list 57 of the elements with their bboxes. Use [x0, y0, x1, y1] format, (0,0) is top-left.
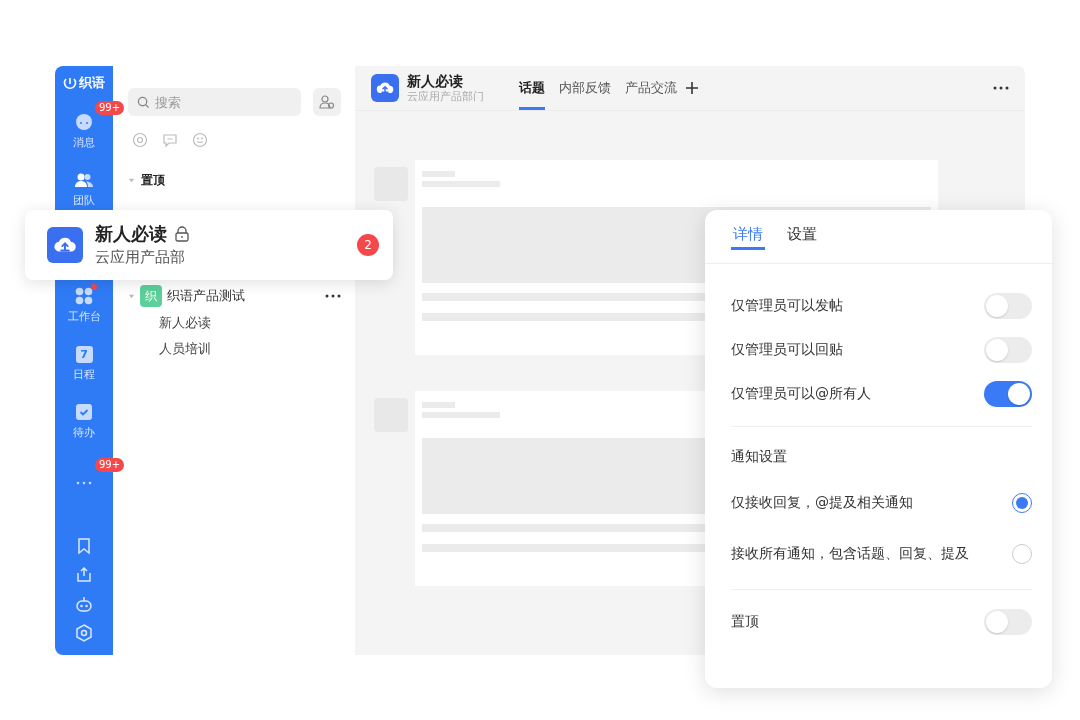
- tab[interactable]: 详情: [731, 210, 765, 250]
- channel-title: 新人必读: [407, 72, 464, 90]
- toggle-switch[interactable]: [984, 293, 1032, 319]
- channel-logo-icon: [371, 74, 399, 102]
- section-title[interactable]: 置顶: [141, 171, 165, 189]
- apps-icon: [74, 286, 94, 306]
- upload-icon[interactable]: [74, 565, 94, 585]
- group-title[interactable]: 织语产品测试: [167, 287, 320, 305]
- toggle-switch[interactable]: [984, 381, 1032, 407]
- setting-label: 仅管理员可以@所有人: [731, 385, 871, 403]
- option-label: 接收所有通知，包含话题、回复、提及: [731, 544, 969, 563]
- count-badge: 99+: [95, 458, 125, 472]
- calendar-icon: 7: [75, 345, 93, 363]
- add-icon[interactable]: [685, 81, 699, 95]
- channel-card[interactable]: 新人必读 云应用产品部 2: [25, 210, 393, 280]
- option-label: 仅接收回复，@提及相关通知: [731, 493, 913, 512]
- setting-label: 仅管理员可以发帖: [731, 297, 843, 315]
- tab[interactable]: 产品交流: [625, 66, 677, 110]
- lock-icon: [173, 225, 191, 243]
- setting-label: 仅管理员可以回贴: [731, 341, 843, 359]
- tab[interactable]: 设置: [785, 210, 819, 250]
- caret-icon[interactable]: [128, 176, 135, 184]
- card-title: 新人必读: [95, 222, 167, 246]
- search-icon: [137, 95, 150, 109]
- radio-button[interactable]: [1012, 492, 1032, 513]
- tab[interactable]: 话题: [519, 66, 545, 110]
- notification-dot: [91, 284, 97, 290]
- search-field[interactable]: 搜索: [128, 88, 301, 116]
- checkbox-icon: [74, 402, 94, 422]
- channel-logo-icon: [47, 227, 83, 263]
- search-input[interactable]: 搜索: [155, 94, 275, 110]
- logo-icon: [63, 76, 77, 90]
- unread-badge: 2: [357, 234, 379, 256]
- more-icon[interactable]: [325, 294, 341, 298]
- add-person-icon: [319, 94, 335, 110]
- caret-icon[interactable]: [128, 292, 135, 300]
- setting-label: 置顶: [731, 613, 759, 631]
- message-icon[interactable]: [162, 132, 178, 148]
- settings-icon[interactable]: [74, 623, 94, 643]
- add-member-button[interactable]: [313, 88, 341, 116]
- smile-icon[interactable]: [192, 132, 208, 148]
- tab[interactable]: 内部反馈: [559, 66, 611, 110]
- chat-icon: [74, 112, 94, 132]
- channel-item[interactable]: 人员培训: [159, 340, 211, 358]
- radio-button[interactable]: [1012, 543, 1032, 564]
- group-avatar: 织: [140, 285, 162, 307]
- channel-subtitle: 云应用产品部门: [407, 89, 485, 104]
- robot-icon[interactable]: [74, 594, 94, 614]
- app-logo-text: 织语: [79, 74, 105, 92]
- count-badge: 99+: [95, 101, 125, 115]
- toggle-switch[interactable]: [984, 337, 1032, 363]
- toggle-switch[interactable]: [984, 609, 1032, 635]
- card-subtitle: 云应用产品部: [95, 247, 186, 268]
- section-title: 通知设置: [731, 448, 787, 466]
- mention-icon[interactable]: [132, 132, 148, 148]
- more-icon[interactable]: [993, 86, 1009, 90]
- channel-item[interactable]: 新人必读: [159, 314, 211, 332]
